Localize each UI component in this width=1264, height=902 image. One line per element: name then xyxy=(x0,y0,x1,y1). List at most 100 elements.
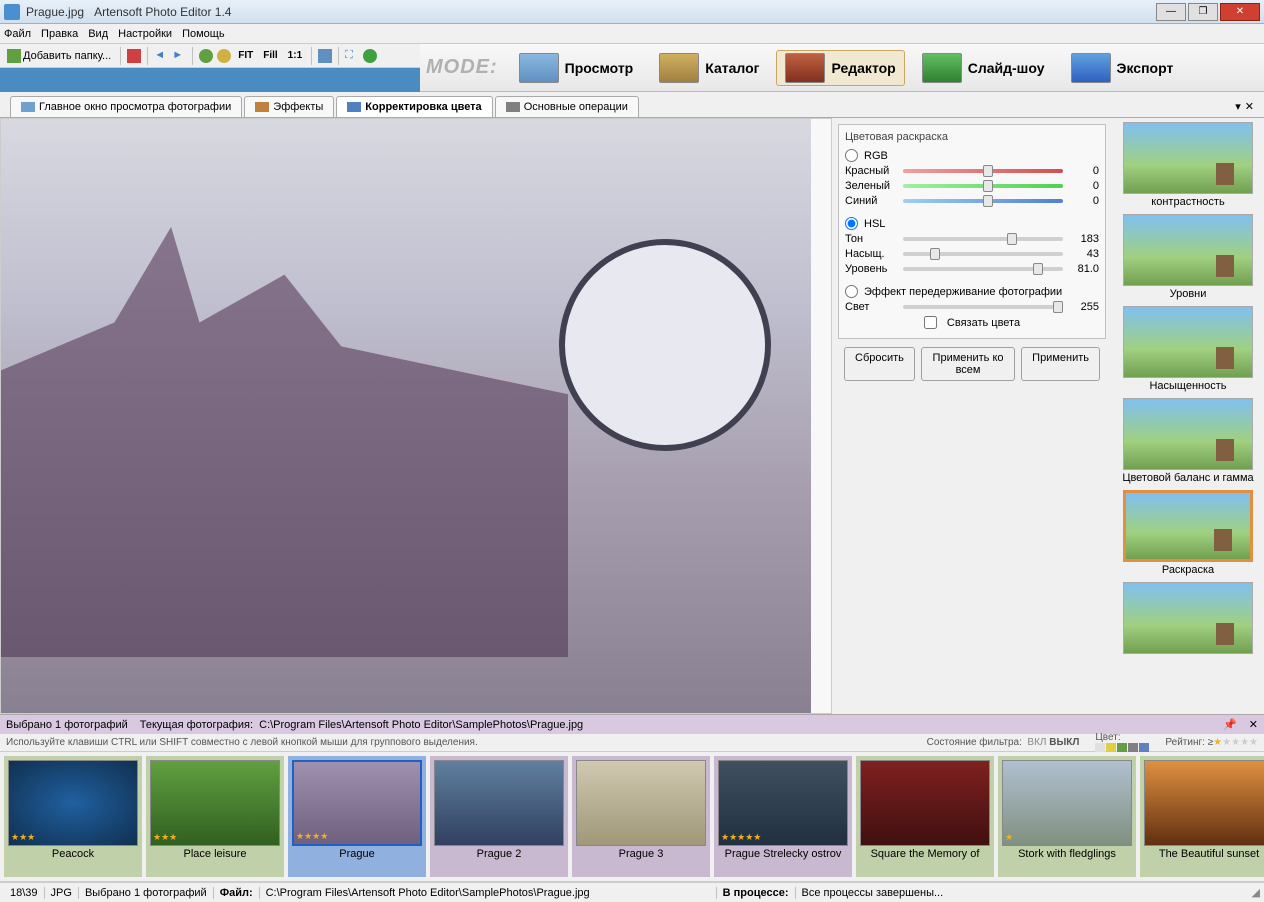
app-icon xyxy=(4,4,20,20)
menu-settings[interactable]: Настройки xyxy=(118,28,172,40)
delete-icon[interactable] xyxy=(127,49,141,63)
apply-all-button[interactable]: Применить ко всем xyxy=(921,347,1015,381)
preset-thumb xyxy=(1123,398,1253,470)
blue-slider[interactable] xyxy=(903,199,1063,203)
titlebar[interactable]: Prague.jpg Artensoft Photo Editor 1.4 — … xyxy=(0,0,1264,24)
thumb-item[interactable]: ★★★Peacock xyxy=(4,756,142,877)
presets-panel: контрастность Уровни Насыщенность Цветов… xyxy=(1112,118,1264,714)
preset-extra[interactable] xyxy=(1116,582,1260,654)
thumb-item[interactable]: ★★★Place leisure xyxy=(146,756,284,877)
fit-button[interactable]: FIT xyxy=(235,49,256,62)
view-mode-icon xyxy=(519,53,559,83)
menu-help[interactable]: Помощь xyxy=(182,28,225,40)
mode-editor[interactable]: Редактор xyxy=(776,50,904,86)
scale-1to1-button[interactable]: 1:1 xyxy=(285,49,305,62)
menu-view[interactable]: Вид xyxy=(88,28,108,40)
mode-label: MODE: xyxy=(426,56,498,79)
hue-slider[interactable] xyxy=(903,237,1063,241)
thumb-image xyxy=(1144,760,1264,846)
play-icon[interactable] xyxy=(363,49,377,63)
mode-view[interactable]: Просмотр xyxy=(510,50,643,86)
tab-color-correction[interactable]: Корректировка цвета xyxy=(336,96,492,117)
overexpose-radio[interactable] xyxy=(845,285,858,298)
preset-levels[interactable]: Уровни xyxy=(1116,214,1260,300)
zoom-out-icon[interactable] xyxy=(217,49,231,63)
red-slider[interactable] xyxy=(903,169,1063,173)
blue-slider-row: Синий0 xyxy=(845,195,1099,207)
hue-value: 183 xyxy=(1069,233,1099,245)
thumb-item[interactable]: ★★★★★Prague Strelecky ostrov xyxy=(714,756,852,877)
preset-colorize[interactable]: Раскраска xyxy=(1116,490,1260,576)
lvl-slider[interactable] xyxy=(903,267,1063,271)
tab-basic-ops[interactable]: Основные операции xyxy=(495,96,639,117)
thumb-item[interactable]: Prague 3 xyxy=(572,756,710,877)
apply-button[interactable]: Применить xyxy=(1021,347,1100,381)
hsl-label: HSL xyxy=(864,218,885,230)
sat-label: Насыщ. xyxy=(845,248,897,260)
group-title: Цветовая раскраска xyxy=(845,131,1099,143)
preset-saturation[interactable]: Насыщенность xyxy=(1116,306,1260,392)
fullscreen-icon[interactable]: ⛶ xyxy=(345,49,359,63)
thumb-item[interactable]: Square the Memory of xyxy=(856,756,994,877)
thumb-image: ★★★★ xyxy=(292,760,422,846)
photo-canvas[interactable] xyxy=(0,118,832,714)
thumbs-info: Используйте клавиши CTRL или SHIFT совме… xyxy=(0,734,1264,752)
mode-export[interactable]: Экспорт xyxy=(1062,50,1183,86)
prev-icon[interactable]: ◄ xyxy=(154,49,168,63)
reset-button[interactable]: Сбросить xyxy=(844,347,915,381)
tab-main-view[interactable]: Главное окно просмотра фотографии xyxy=(10,96,242,117)
mode-catalog[interactable]: Каталог xyxy=(650,50,768,86)
preset-contrast[interactable]: контрастность xyxy=(1116,122,1260,208)
rgb-label: RGB xyxy=(864,150,888,162)
resize-grip-icon[interactable]: ◢ xyxy=(1252,886,1260,899)
thumb-image: ★★★★★ xyxy=(718,760,848,846)
zoom-in-icon[interactable] xyxy=(199,49,213,63)
thumb-item[interactable]: Prague 2 xyxy=(430,756,568,877)
status-process: Все процессы завершены... xyxy=(796,887,1252,899)
preset-balance-gamma[interactable]: Цветовой баланс и гамма xyxy=(1116,398,1260,484)
rating-filter[interactable]: Рейтинг: ≥★★★★★ xyxy=(1165,737,1258,748)
thumb-item[interactable]: ★Stork with fledglings xyxy=(998,756,1136,877)
link-colors-checkbox[interactable] xyxy=(924,316,937,329)
add-folder-button[interactable]: Добавить папку... xyxy=(4,48,114,64)
dropdown-icon[interactable]: ▾ xyxy=(1235,100,1241,113)
catalog-mode-icon xyxy=(659,53,699,83)
menu-edit[interactable]: Правка xyxy=(41,28,78,40)
green-label: Зеленый xyxy=(845,180,897,192)
preset-thumb xyxy=(1123,582,1253,654)
overexpose-radio-row[interactable]: Эффект передерживание фотографии xyxy=(845,285,1099,298)
mode-slideshow[interactable]: Слайд-шоу xyxy=(913,50,1054,86)
minimize-button[interactable]: — xyxy=(1156,3,1186,21)
list-icon[interactable] xyxy=(318,49,332,63)
hsl-radio-row[interactable]: HSL xyxy=(845,217,1099,230)
close-tab-icon[interactable]: ✕ xyxy=(1245,100,1254,113)
close-panel-icon[interactable]: ✕ xyxy=(1249,718,1258,731)
thumbnails-strip[interactable]: ★★★Peacock ★★★Place leisure ★★★★Prague P… xyxy=(0,752,1264,882)
filter-off[interactable]: ВЫКЛ xyxy=(1049,737,1079,748)
hsl-radio[interactable] xyxy=(845,217,858,230)
next-icon[interactable]: ► xyxy=(172,49,186,63)
thumb-item[interactable]: ★★★★Prague xyxy=(288,756,426,877)
maximize-button[interactable]: ❐ xyxy=(1188,3,1218,21)
toolbar-left: Добавить папку... ◄ ► FIT Fill 1:1 ⛶ xyxy=(0,44,420,68)
window-title: Prague.jpg Artensoft Photo Editor 1.4 xyxy=(26,5,231,19)
tab-effects[interactable]: Эффекты xyxy=(244,96,334,117)
sat-slider[interactable] xyxy=(903,252,1063,256)
hue-slider-row: Тон183 xyxy=(845,233,1099,245)
color-icon xyxy=(347,102,361,112)
light-slider[interactable] xyxy=(903,305,1063,309)
modebar: MODE: Просмотр Каталог Редактор Слайд-шо… xyxy=(420,44,1264,92)
pin-icon[interactable]: 📌 xyxy=(1223,718,1237,731)
close-button[interactable]: ✕ xyxy=(1220,3,1260,21)
green-slider[interactable] xyxy=(903,184,1063,188)
filter-on[interactable]: ВКЛ xyxy=(1027,737,1046,748)
preset-thumb xyxy=(1123,122,1253,194)
rgb-radio[interactable] xyxy=(845,149,858,162)
status-format: JPG xyxy=(45,887,79,899)
lvl-value: 81.0 xyxy=(1069,263,1099,275)
menu-file[interactable]: Файл xyxy=(4,28,31,40)
thumb-item[interactable]: The Beautiful sunset xyxy=(1140,756,1264,877)
fill-button[interactable]: Fill xyxy=(260,49,280,62)
link-colors-row[interactable]: Связать цвета xyxy=(845,316,1099,329)
rgb-radio-row[interactable]: RGB xyxy=(845,149,1099,162)
